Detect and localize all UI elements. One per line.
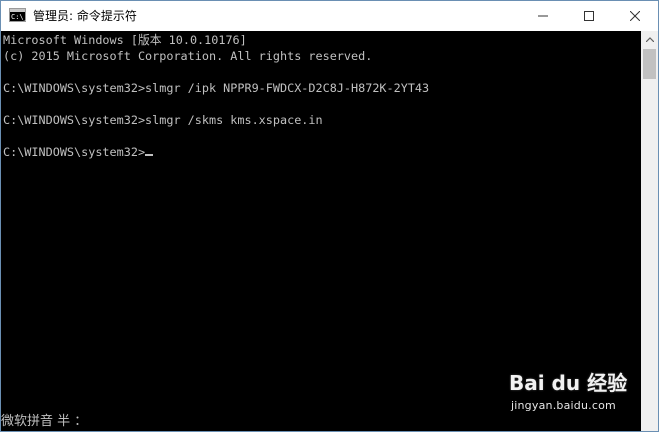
watermark-logo: Bai du 经验 (509, 371, 628, 395)
text-cursor (145, 154, 154, 156)
minimize-button[interactable] (520, 1, 566, 31)
close-icon (630, 11, 640, 21)
scroll-up-button[interactable] (641, 31, 658, 48)
chevron-up-icon (645, 37, 654, 42)
scroll-thumb[interactable] (643, 49, 656, 79)
watermark-url: jingyan.baidu.com (511, 399, 616, 412)
cmd-app-icon[interactable]: C:\_ (9, 8, 28, 22)
console-prompt-line: C:\WINDOWS\system32> (3, 144, 154, 160)
console-line: C:\WINDOWS\system32>slmgr /skms kms.xspa… (3, 113, 323, 127)
console-line: C:\WINDOWS\system32>slmgr /ipk NPPR9-FWD… (3, 81, 430, 95)
vertical-scrollbar[interactable] (641, 31, 658, 431)
maximize-icon (584, 11, 594, 21)
console-output[interactable]: Microsoft Windows [版本 10.0.10176] (c) 20… (1, 31, 641, 431)
maximize-button[interactable] (566, 1, 612, 31)
console-prompt: C:\WINDOWS\system32> (3, 145, 146, 159)
minimize-icon (538, 15, 548, 17)
console-line: Microsoft Windows [版本 10.0.10176] (3, 33, 247, 47)
command-prompt-window: C:\_ 管理员: 命令提示符 Microsoft Windows [版本 10… (0, 0, 659, 432)
window-title: 管理员: 命令提示符 (33, 9, 137, 23)
baidu-jingyan-watermark: Bai du 经验 jingyan.baidu.com (509, 367, 639, 417)
close-button[interactable] (612, 1, 658, 31)
console-line: (c) 2015 Microsoft Corporation. All righ… (3, 49, 373, 63)
title-bar[interactable]: C:\_ 管理员: 命令提示符 (1, 1, 658, 31)
ime-status-bar[interactable]: 微软拼音 半 ： (1, 413, 87, 431)
